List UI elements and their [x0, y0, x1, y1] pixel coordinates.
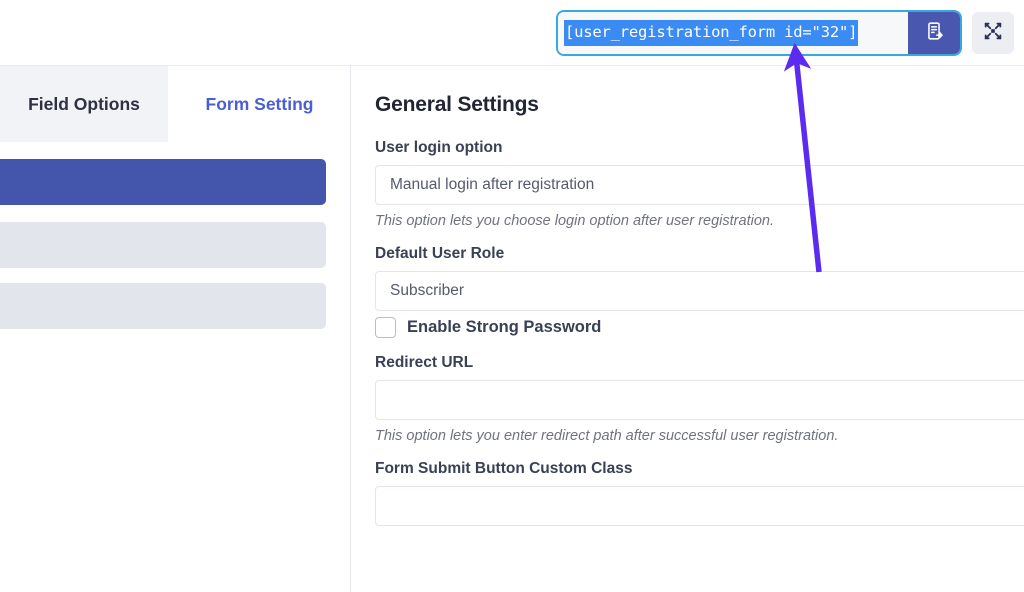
- checkbox-enable-strong-password[interactable]: [375, 317, 396, 338]
- field-list-panel: [0, 142, 351, 592]
- general-settings-panel: General Settings User login option Manua…: [351, 67, 1024, 592]
- tab-field-options[interactable]: Field Options: [0, 66, 168, 142]
- select-default-user-role[interactable]: Subscriber: [375, 271, 1024, 311]
- shortcode-field-group: [user_registration_form id="32"]: [558, 12, 960, 54]
- help-user-login-option: This option lets you choose login option…: [375, 213, 774, 229]
- label-form-submit-button-custom-class: Form Submit Button Custom Class: [375, 460, 633, 477]
- select-user-login-option-value: Manual login after registration: [390, 176, 595, 193]
- page-title: General Settings: [375, 93, 539, 116]
- field-list-item[interactable]: [0, 222, 326, 268]
- field-list-item-selected[interactable]: [0, 159, 326, 205]
- shortcode-value[interactable]: [user_registration_form id="32"]: [564, 20, 859, 46]
- form-builder-screen: [user_registration_form id="32"] Field O…: [0, 0, 1024, 592]
- input-form-submit-button-custom-class[interactable]: [375, 486, 1024, 526]
- tab-form-setting-label: Form Setting: [205, 93, 314, 114]
- label-user-login-option: User login option: [375, 139, 503, 156]
- top-toolbar: [user_registration_form id="32"]: [0, 0, 1024, 66]
- field-list-item[interactable]: [0, 283, 326, 329]
- tab-field-options-label: Field Options: [28, 93, 140, 114]
- select-user-login-option[interactable]: Manual login after registration: [375, 165, 1024, 205]
- shortcode-input[interactable]: [user_registration_form id="32"]: [558, 12, 908, 54]
- toggle-fullscreen-button[interactable]: [972, 12, 1014, 54]
- select-default-user-role-value: Subscriber: [390, 282, 465, 299]
- label-redirect-url: Redirect URL: [375, 354, 474, 371]
- help-redirect-url: This option lets you enter redirect path…: [375, 428, 839, 444]
- tab-form-setting[interactable]: Form Setting: [168, 66, 351, 142]
- input-redirect-url[interactable]: [375, 380, 1024, 420]
- clipboard-copy-icon: [923, 20, 945, 47]
- label-enable-strong-password: Enable Strong Password: [407, 318, 602, 336]
- copy-shortcode-button[interactable]: [908, 12, 960, 54]
- row-enable-strong-password: Enable Strong Password: [375, 317, 1024, 338]
- collapse-arrows-icon: [982, 20, 1004, 47]
- label-default-user-role: Default User Role: [375, 245, 505, 262]
- panel-tabs: Field Options Form Setting: [0, 66, 351, 142]
